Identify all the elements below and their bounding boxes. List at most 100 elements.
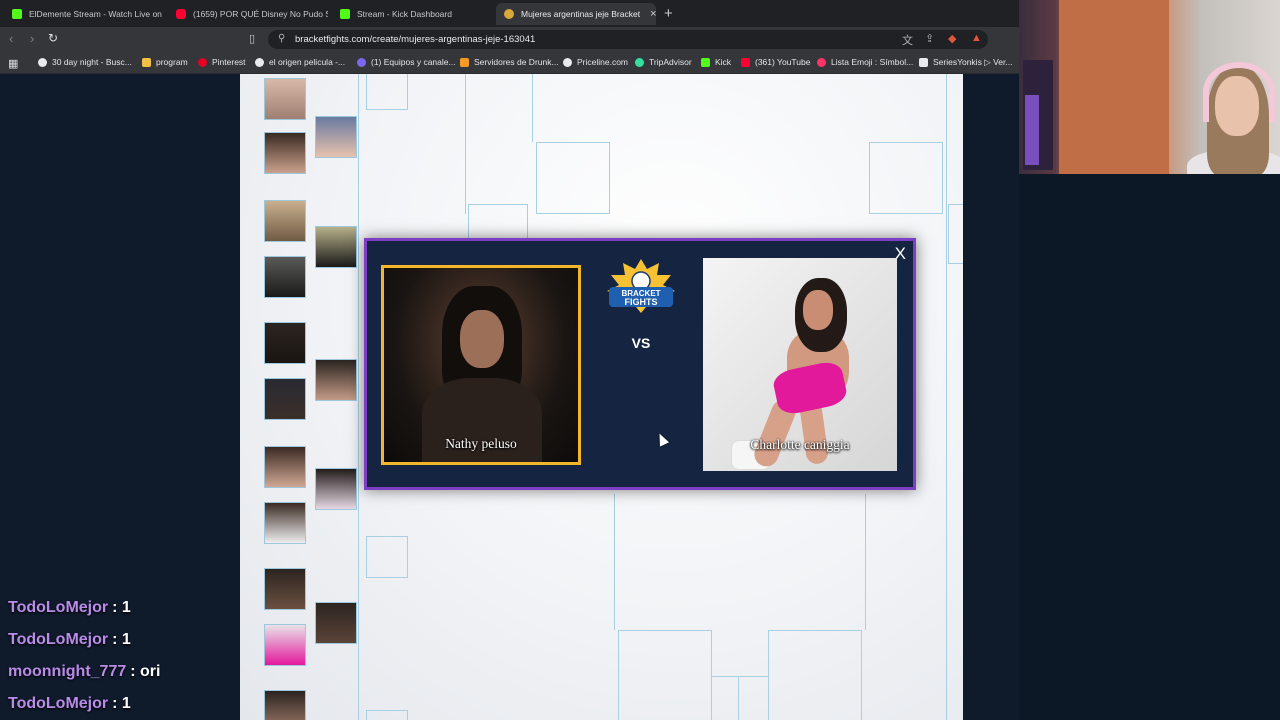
emoji-list-icon xyxy=(817,57,826,67)
webcam-overlay xyxy=(1019,0,1280,174)
chat-username: TodoLoMejor xyxy=(8,598,109,616)
brave-rewards-icon[interactable]: ▲ xyxy=(971,32,982,44)
bracket-connector xyxy=(946,74,947,720)
tab-title: (1659) POR QUÉ Disney No Pudo Sal xyxy=(193,9,328,19)
bracket-connector xyxy=(358,74,359,720)
bookmark-item[interactable]: Kick xyxy=(701,57,731,67)
globe-icon xyxy=(563,57,572,67)
chat-username: moonnight_777 xyxy=(8,662,127,680)
bookmark-item[interactable]: Priceline.com xyxy=(563,57,628,67)
tab-close-icon[interactable]: × xyxy=(640,8,656,20)
bracket-contestant-thumb[interactable] xyxy=(315,359,357,401)
chat-overlay: TodoLoMejor : 1 TodoLoMejor : 1 moonnigh… xyxy=(0,592,290,720)
chat-message: TodoLoMejor : 1 xyxy=(0,688,290,719)
bracketfights-logo: BRACKET FIGHTS xyxy=(607,259,675,313)
bracket-contestant-thumb[interactable] xyxy=(264,502,306,544)
bookmark-item[interactable]: Servidores de Drunk... xyxy=(460,57,559,67)
bookmark-item[interactable]: Pinterest xyxy=(198,57,246,67)
bracket-contestant-thumb[interactable] xyxy=(264,78,306,120)
youtube-icon xyxy=(741,57,750,67)
kick-icon xyxy=(340,9,350,19)
chat-text: : ori xyxy=(130,662,161,680)
bracket-contestant-thumb[interactable] xyxy=(264,378,306,420)
bookmark-item[interactable]: program xyxy=(142,57,188,67)
bracket-contestant-thumb[interactable] xyxy=(315,116,357,158)
bracket-empty-slot[interactable] xyxy=(869,142,943,214)
tab-youtube-disney[interactable]: (1659) POR QUÉ Disney No Pudo Sal xyxy=(168,3,328,25)
bookmark-item[interactable]: SeriesYonkis ▷ Ver... xyxy=(919,57,1012,68)
contestant-left-name: Nathy peluso xyxy=(445,436,517,451)
bracket-contestant-thumb[interactable] xyxy=(264,132,306,174)
bracket-empty-slot[interactable] xyxy=(366,536,408,578)
new-tab-button[interactable]: + xyxy=(664,5,673,22)
reload-icon[interactable]: ↻ xyxy=(48,31,58,45)
tripadvisor-icon xyxy=(635,57,644,67)
page-background-right xyxy=(1019,174,1280,720)
bracket-connector xyxy=(614,494,615,630)
bracket-connector xyxy=(465,74,466,214)
bracket-empty-slot[interactable] xyxy=(768,630,862,720)
share-icon[interactable]: ⇪ xyxy=(925,32,934,45)
pinterest-icon xyxy=(198,57,207,67)
site-info-icon[interactable]: ⚲ xyxy=(278,33,285,44)
bracket-contestant-thumb[interactable] xyxy=(264,446,306,488)
tab-title: Mujeres argentinas jeje Bracket xyxy=(521,9,641,19)
bracket-contestant-thumb[interactable] xyxy=(264,200,306,242)
contestant-right-name: Charlotte caniggia xyxy=(750,437,850,452)
chat-text: : 1 xyxy=(112,694,131,712)
bracket-contestant-thumb[interactable] xyxy=(315,468,357,510)
chat-message: TodoLoMejor : 1 xyxy=(0,592,290,623)
tab-title: Stream - Kick Dashboard xyxy=(357,9,452,19)
bookmark-item[interactable]: TripAdvisor xyxy=(635,57,692,67)
browser-toolbar: ‹ › ↻ ▯ ⚲ bracketfights.com/create/mujer… xyxy=(0,27,1019,52)
bookmark-item[interactable]: 30 day night - Busc... xyxy=(38,57,132,67)
forward-arrow-icon[interactable]: › xyxy=(30,31,34,46)
back-arrow-icon[interactable]: ‹ xyxy=(9,31,13,46)
chat-text: : 1 xyxy=(112,598,131,616)
tab-title: ElDemente Stream - Watch Live on K xyxy=(29,9,164,19)
bookmark-icon[interactable]: ▯ xyxy=(249,32,255,45)
bracket-contestant-thumb[interactable] xyxy=(264,322,306,364)
bracket-connector xyxy=(712,676,768,677)
bookmarks-bar: ▦ 30 day night - Busc... program Pintere… xyxy=(0,52,1019,74)
bracketfights-icon xyxy=(504,9,514,19)
bracket-contestant-thumb[interactable] xyxy=(264,256,306,298)
kick-icon xyxy=(701,57,710,67)
tab-eldemente-stream[interactable]: ElDemente Stream - Watch Live on K xyxy=(4,3,164,25)
server-icon xyxy=(460,57,469,67)
browser-tab-bar: ElDemente Stream - Watch Live on K (1659… xyxy=(0,0,1019,27)
bracket-empty-slot[interactable] xyxy=(366,74,408,110)
webcam-background-light xyxy=(1025,95,1039,165)
screen: ElDemente Stream - Watch Live on K (1659… xyxy=(0,0,1280,720)
bookmark-item[interactable]: el origen pelicula -... xyxy=(255,57,345,67)
address-bar[interactable]: ⚲ bracketfights.com/create/mujeres-argen… xyxy=(268,30,988,49)
bracket-empty-slot[interactable] xyxy=(366,710,408,720)
google-icon xyxy=(255,57,264,67)
versus-label: VS xyxy=(631,335,651,351)
webcam-background-door xyxy=(1059,0,1169,174)
bracket-connector xyxy=(738,676,739,720)
bookmark-item[interactable]: (361) YouTube xyxy=(741,57,810,67)
contestant-right-card[interactable]: Charlotte caniggia xyxy=(703,258,897,471)
bracket-connector xyxy=(532,74,533,142)
youtube-icon xyxy=(176,9,186,19)
kick-icon xyxy=(12,9,22,19)
chat-message: TodoLoMejor : 1 xyxy=(0,624,290,655)
bracket-contestant-thumb[interactable] xyxy=(315,226,357,268)
brave-shields-icon[interactable]: ◆ xyxy=(948,32,956,45)
contestant-left-card[interactable]: Nathy peluso xyxy=(381,265,581,465)
matchup-modal: X Nathy peluso BRACKET FIGHTS VS Charlot… xyxy=(364,238,916,490)
bookmark-item[interactable]: (1) Equipos y canale... xyxy=(357,57,456,67)
tab-kick-dashboard[interactable]: Stream - Kick Dashboard xyxy=(332,3,492,25)
bracket-empty-slot[interactable] xyxy=(536,142,610,214)
twitch-icon xyxy=(357,57,366,67)
chat-text: : 1 xyxy=(112,630,131,648)
tab-mujeres-argentinas-bracket[interactable]: Mujeres argentinas jeje Bracket × xyxy=(496,3,656,25)
bookmark-item[interactable]: Lista Emoji : Símbol... xyxy=(817,57,913,67)
translate-icon[interactable]: 文 xyxy=(902,32,913,48)
apps-grid-icon[interactable]: ▦ xyxy=(8,57,18,70)
chat-username: TodoLoMejor xyxy=(8,630,109,648)
bracket-contestant-thumb[interactable] xyxy=(315,602,357,644)
bracket-empty-slot[interactable] xyxy=(948,204,963,264)
bracket-empty-slot[interactable] xyxy=(618,630,712,720)
